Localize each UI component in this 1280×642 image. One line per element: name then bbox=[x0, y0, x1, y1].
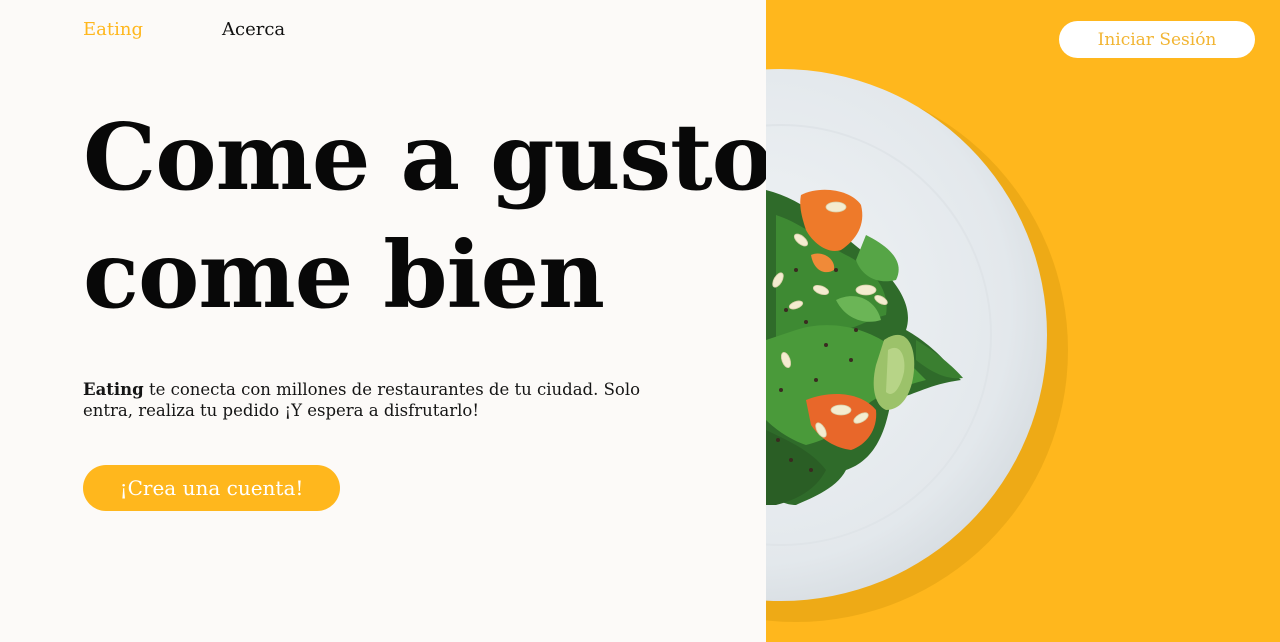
create-account-button[interactable]: ¡Crea una cuenta! bbox=[83, 465, 340, 511]
description-text: te conecta con millones de restaurantes … bbox=[83, 380, 641, 420]
left-panel: Eating Acerca Come a gusto, come bien Ea… bbox=[0, 0, 804, 642]
headline-line-2: come bien bbox=[83, 221, 605, 329]
salad-plate-image bbox=[766, 0, 1280, 642]
nav-brand-link[interactable]: Eating bbox=[83, 19, 143, 40]
login-button[interactable]: Iniciar Sesión bbox=[1059, 21, 1255, 58]
hero-description: Eating te conecta con millones de restau… bbox=[83, 379, 643, 421]
description-brand: Eating bbox=[83, 380, 144, 399]
salad-plate-illustration bbox=[766, 69, 1068, 622]
hero-headline: Come a gusto, come bien bbox=[83, 98, 804, 334]
right-panel: Iniciar Sesión bbox=[766, 0, 1280, 642]
nav-about-link[interactable]: Acerca bbox=[222, 19, 285, 40]
headline-line-1: Come a gusto, bbox=[83, 103, 804, 211]
